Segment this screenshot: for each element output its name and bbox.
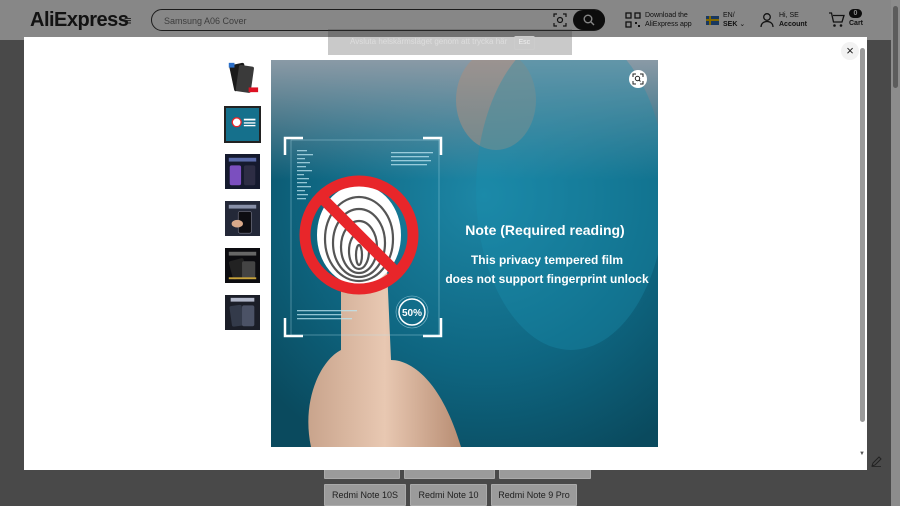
scan-progress-label: 50% — [402, 308, 422, 319]
fullscreen-exit-text: Avsluta helskärmsläget genom att trycka … — [350, 37, 508, 46]
scroll-down-arrow-icon[interactable]: ▼ — [859, 451, 865, 457]
modal-scrollbar[interactable]: ▼ — [859, 46, 865, 464]
window-scroll-thumb[interactable] — [893, 6, 898, 88]
fingerprint-note-thumbnail — [226, 108, 259, 141]
thumbnail-3[interactable] — [224, 153, 261, 190]
esc-key-hint: Esc — [513, 36, 536, 50]
model-chip-redmi-note-9-pro[interactable]: Redmi Note 9 Pro — [491, 484, 577, 506]
window-scrollbar[interactable] — [891, 0, 900, 506]
thumbnail-5[interactable] — [224, 247, 261, 284]
notice-line-2: does not support fingerprint unlock — [445, 272, 649, 286]
thumbnail-6[interactable] — [224, 294, 261, 331]
close-modal-button[interactable]: × — [841, 42, 859, 60]
zoom-icon — [632, 73, 644, 85]
privacy-angle-thumbnail — [225, 248, 260, 283]
phone-film-thumbnail — [225, 60, 260, 95]
touch-thumbnail — [225, 201, 260, 236]
main-product-image: 50% Note (Required reading) This privacy… — [271, 60, 658, 447]
thumbnail-1[interactable] — [224, 59, 261, 96]
premium-film-thumbnail — [225, 295, 260, 330]
image-viewer-modal: 50% Note (Required reading) This privacy… — [24, 37, 867, 470]
notice-line-1: This privacy tempered film — [471, 253, 623, 267]
modal-scroll-thumb[interactable] — [860, 48, 865, 422]
screen-compare-thumbnail — [225, 154, 260, 189]
thumbnail-2[interactable] — [224, 106, 261, 143]
image-zoom-button[interactable] — [629, 70, 647, 88]
pencil-icon[interactable] — [871, 456, 882, 467]
notice-heading: Note (Required reading) — [465, 222, 624, 238]
fingerprint-notice-image: 50% Note (Required reading) This privacy… — [271, 60, 658, 447]
fullscreen-exit-toast: Avsluta helskärmsläget genom att trycka … — [328, 29, 572, 55]
model-chip-redmi-note-10s[interactable]: Redmi Note 10S — [324, 484, 406, 506]
thumbnail-4[interactable] — [224, 200, 261, 237]
model-chip-redmi-note-10[interactable]: Redmi Note 10 — [410, 484, 487, 506]
